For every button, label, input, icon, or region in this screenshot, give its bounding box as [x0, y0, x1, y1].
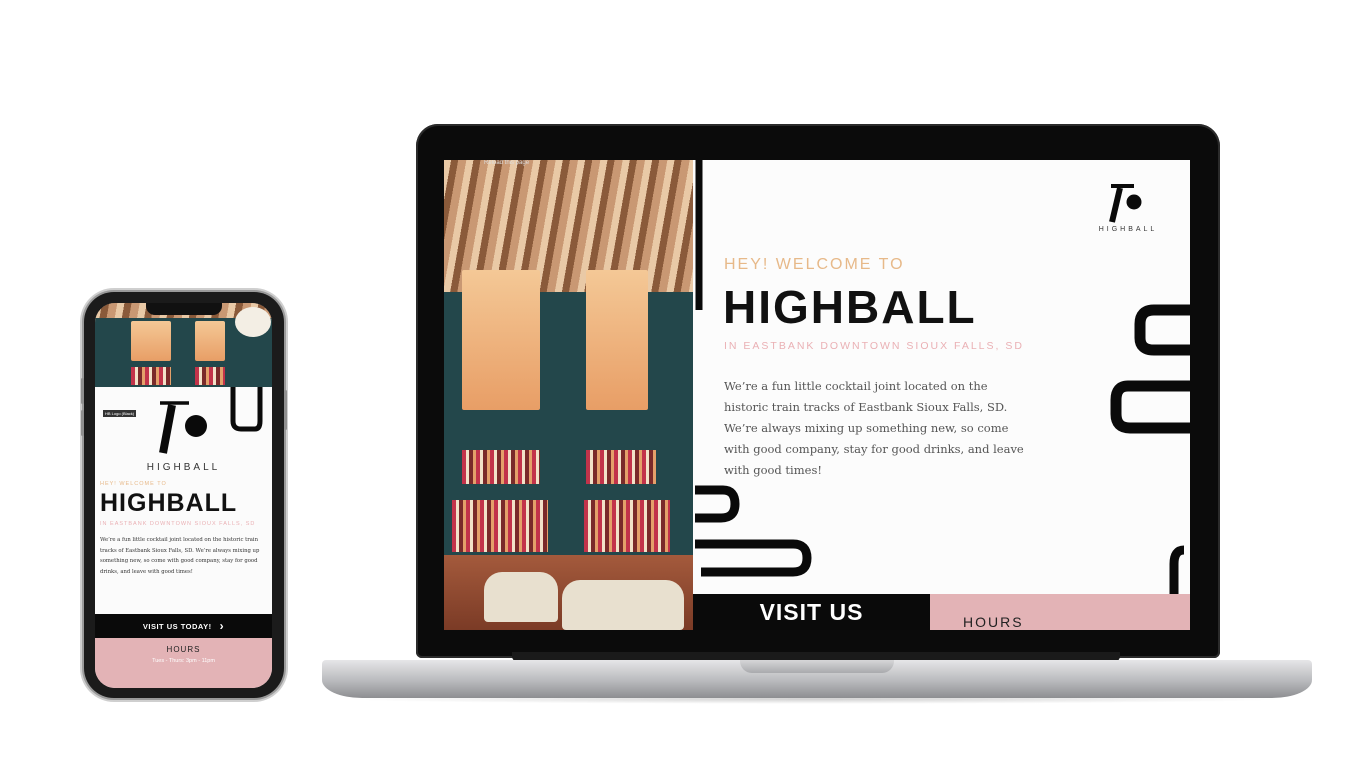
- laptop-screen: Reload this page HIGHBALL HEY! WELCOME T…: [444, 160, 1190, 630]
- bar-photo: [95, 303, 272, 387]
- location-subtitle: IN EASTBANK DOWNTOWN SIOUX FALLS, SD: [100, 521, 256, 527]
- hours-section: HOURS Tues - Thurs: 3pm - 11pm: [95, 638, 272, 688]
- brush-stroke-decoration: [695, 485, 812, 577]
- welcome-heading: HEY! WELCOME TO: [100, 481, 167, 487]
- hours-button[interactable]: HOURS: [930, 594, 1190, 630]
- logo-wordmark: HIGHBALL: [1098, 226, 1158, 233]
- phone-screen: HB Logo (Black) HIGHBALL HEY! WELCOME TO…: [95, 303, 272, 688]
- browser-tooltip: Reload this page: [484, 160, 530, 166]
- visit-us-label: VISIT US: [759, 598, 864, 625]
- hours-label: HOURS: [166, 645, 201, 654]
- hours-label: HOURS: [963, 614, 1024, 630]
- phone-side-button: [284, 390, 287, 430]
- phone-notch: [146, 303, 222, 315]
- highball-logo: HIGHBALL: [1098, 184, 1158, 234]
- visit-us-today-button[interactable]: VISIT US TODAY! ›: [95, 614, 272, 638]
- phone-side-button: [81, 378, 84, 404]
- welcome-heading: HEY! WELCOME TO: [724, 256, 905, 273]
- logo-wordmark: HIGHBALL: [146, 462, 221, 473]
- logo-mark-icon: [1109, 184, 1142, 223]
- visit-us-button[interactable]: VISIT US: [693, 594, 930, 630]
- logo-mark-icon: [159, 401, 207, 454]
- laptop-trackpad-notch: [740, 660, 894, 673]
- brush-stroke-decoration: [230, 387, 263, 432]
- visit-us-today-label: VISIT US TODAY!: [142, 621, 212, 631]
- logo-tooltip: HB Logo (Black): [103, 410, 137, 417]
- phone-side-button: [81, 410, 84, 436]
- brush-stroke-decoration: [695, 160, 703, 310]
- hours-value: Tues - Thurs: 3pm - 11pm: [152, 658, 215, 664]
- page-title: HIGHBALL: [723, 281, 977, 333]
- bar-photo: Reload this page: [444, 160, 693, 630]
- page-title: HIGHBALL: [100, 489, 238, 517]
- intro-paragraph: We’re a fun little cocktail joint locate…: [100, 537, 260, 575]
- chevron-right-icon: ›: [219, 619, 225, 633]
- intro-paragraph: We’re a fun little cocktail joint locate…: [724, 379, 1024, 477]
- location-subtitle: IN EASTBANK DOWNTOWN SIOUX FALLS, SD: [724, 340, 1024, 352]
- brush-stroke-decoration: [1110, 304, 1190, 596]
